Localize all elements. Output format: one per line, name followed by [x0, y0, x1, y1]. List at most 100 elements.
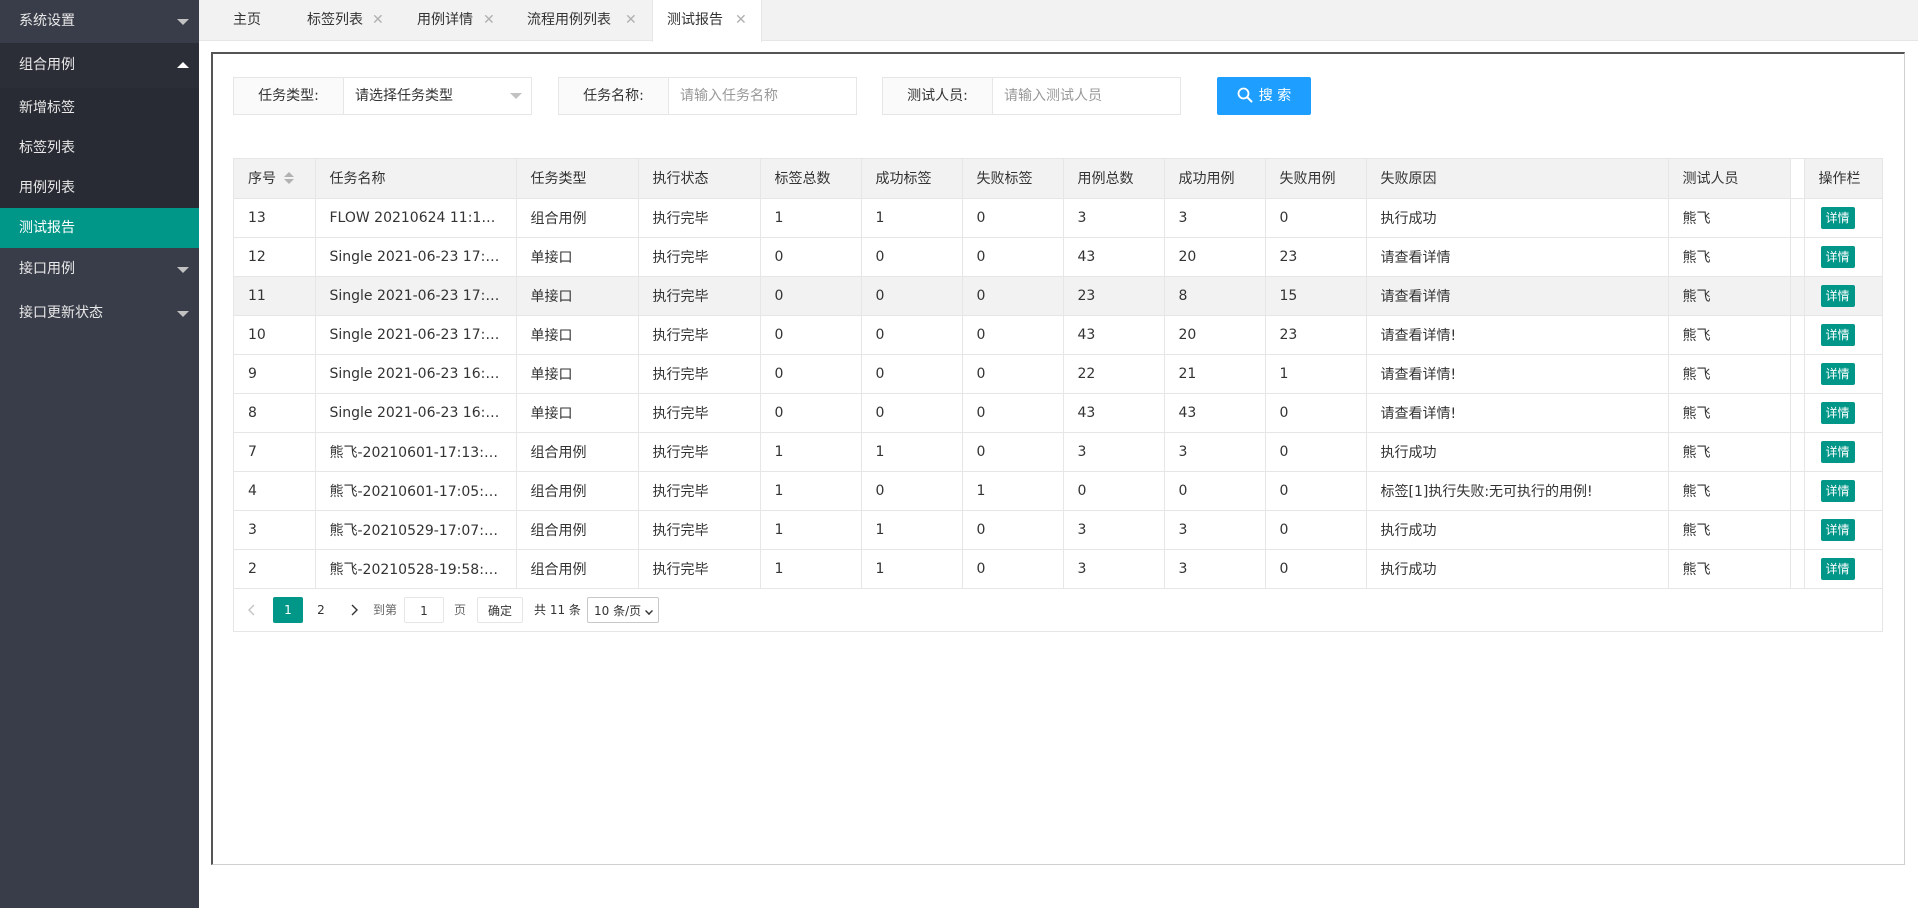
cell-tag-success: 0 — [861, 237, 963, 277]
caret-up-icon — [177, 62, 189, 68]
sidebar-group-label: 接口用例 — [19, 261, 75, 277]
close-icon[interactable]: ✕ — [372, 0, 384, 41]
cell-tag-success: 1 — [861, 432, 963, 472]
goto-page-input[interactable]: 1 — [404, 597, 444, 623]
page-size-select[interactable]: 10 条/页 — [587, 597, 659, 623]
detail-button[interactable]: 详情 — [1820, 401, 1855, 424]
cell-actions: 详情 — [1804, 393, 1883, 433]
sidebar-item-test-report[interactable]: 测试报告 — [0, 208, 199, 248]
cell-case-total: 3 — [1063, 198, 1165, 238]
cell-case-total: 3 — [1063, 510, 1165, 550]
cell-tester: 熊飞 — [1668, 510, 1791, 550]
cell-tag-failed: 0 — [962, 237, 1064, 277]
cell-case-failed: 0 — [1265, 510, 1367, 550]
sidebar-item-tag-list[interactable]: 标签列表 — [0, 128, 199, 168]
cell-task-name: Single 2021-06-23 16:55... — [315, 354, 517, 394]
cell-actions: 详情 — [1804, 276, 1883, 316]
sidebar-item-new-tag[interactable]: 新增标签 — [0, 88, 199, 128]
cell-tester: 熊飞 — [1668, 549, 1791, 589]
column-header-label: 序号 — [248, 171, 276, 188]
cell-exec-status: 执行完毕 — [638, 432, 761, 472]
caret-down-icon — [510, 93, 522, 99]
detail-button[interactable]: 详情 — [1820, 323, 1855, 346]
sidebar-group-system-settings[interactable]: 系统设置 — [0, 0, 199, 43]
tab-bar: 主页 标签列表 ✕ 用例详情 ✕ 流程用例列表 ✕ 测试报告 ✕ — [199, 0, 1918, 42]
sidebar-item-case-list[interactable]: 用例列表 — [0, 168, 199, 208]
page-1-button[interactable]: 1 — [273, 597, 303, 623]
tester-label: 测试人员: — [883, 78, 993, 114]
cell-exec-status: 执行完毕 — [638, 354, 761, 394]
close-icon[interactable]: ✕ — [625, 0, 637, 41]
column-divider — [1790, 549, 1805, 589]
page-2-button[interactable]: 2 — [308, 597, 334, 623]
cell-tag-success: 1 — [861, 549, 963, 589]
cell-tag-total: 1 — [760, 510, 862, 550]
cell-tag-success: 1 — [861, 510, 963, 550]
tab-tag-list[interactable]: 标签列表 ✕ — [293, 0, 397, 41]
search-button[interactable]: 搜 索 — [1217, 77, 1311, 115]
cell-index: 7 — [234, 432, 316, 472]
sort-icon[interactable] — [284, 172, 294, 185]
cell-case-success: 0 — [1164, 471, 1266, 511]
cell-task-name: FLOW 20210624 11:15:... — [315, 198, 517, 238]
column-header-index[interactable]: 序号 — [234, 159, 316, 199]
tab-case-detail[interactable]: 用例详情 ✕ — [403, 0, 507, 41]
cell-tag-success: 0 — [861, 276, 963, 316]
detail-button[interactable]: 详情 — [1820, 440, 1855, 463]
column-header-tag-total: 标签总数 — [760, 159, 862, 199]
sidebar-group-api-cases[interactable]: 接口用例 — [0, 248, 199, 291]
detail-button[interactable]: 详情 — [1820, 284, 1855, 307]
detail-button[interactable]: 详情 — [1820, 479, 1855, 502]
chevron-right-icon[interactable] — [346, 597, 362, 623]
cell-tag-success: 0 — [861, 471, 963, 511]
detail-button[interactable]: 详情 — [1820, 206, 1855, 229]
table-row: 12 Single 2021-06-23 17:16... 单接口 执行完毕 0 0 0 43… — [234, 237, 1883, 277]
cell-case-total: 43 — [1063, 393, 1165, 433]
cell-tester: 熊飞 — [1668, 432, 1791, 472]
cell-task-name: Single 2021-06-23 16:53... — [315, 393, 517, 433]
goto-confirm-button[interactable]: 确定 — [477, 597, 523, 623]
cell-task-type: 单接口 — [516, 276, 639, 316]
cell-case-success: 20 — [1164, 237, 1266, 277]
cell-case-failed: 0 — [1265, 393, 1367, 433]
cell-tag-success: 0 — [861, 315, 963, 355]
cell-case-success: 3 — [1164, 198, 1266, 238]
cell-task-type: 组合用例 — [516, 198, 639, 238]
detail-button[interactable]: 详情 — [1820, 557, 1855, 580]
cell-task-type: 单接口 — [516, 354, 639, 394]
sidebar-group-api-update-status[interactable]: 接口更新状态 — [0, 291, 199, 336]
task-name-label: 任务名称: — [559, 78, 669, 114]
cell-tag-total: 1 — [760, 432, 862, 472]
sidebar-group-combo-cases[interactable]: 组合用例 — [0, 43, 199, 88]
column-header-exec-status: 执行状态 — [638, 159, 761, 199]
tab-label: 流程用例列表 — [527, 12, 611, 28]
table-row: 11 Single 2021-06-23 17:15... 单接口 执行完毕 0 0 0 23… — [234, 276, 1883, 316]
cell-exec-status: 执行完毕 — [638, 237, 761, 277]
detail-button[interactable]: 详情 — [1820, 245, 1855, 268]
cell-fail-reason: 执行成功 — [1366, 198, 1669, 238]
tab-test-report[interactable]: 测试报告 ✕ — [652, 0, 762, 42]
cell-exec-status: 执行完毕 — [638, 510, 761, 550]
cell-actions: 详情 — [1804, 354, 1883, 394]
close-icon[interactable]: ✕ — [735, 0, 747, 41]
cell-tag-total: 0 — [760, 393, 862, 433]
column-divider — [1790, 315, 1805, 355]
chevron-left-icon[interactable] — [244, 597, 260, 623]
cell-tag-failed: 0 — [962, 549, 1064, 589]
cell-case-failed: 0 — [1265, 198, 1367, 238]
tab-home[interactable]: 主页 — [219, 0, 279, 41]
cell-fail-reason: 执行成功 — [1366, 510, 1669, 550]
detail-button[interactable]: 详情 — [1820, 362, 1855, 385]
task-type-select[interactable]: 请选择任务类型 — [344, 78, 531, 114]
detail-button[interactable]: 详情 — [1820, 518, 1855, 541]
cell-exec-status: 执行完毕 — [638, 198, 761, 238]
column-header-actions: 操作栏 — [1804, 159, 1883, 199]
tester-input[interactable]: 请输入测试人员 — [993, 78, 1180, 114]
task-name-input[interactable]: 请输入任务名称 — [669, 78, 856, 114]
cell-case-total: 23 — [1063, 276, 1165, 316]
cell-case-failed: 0 — [1265, 471, 1367, 511]
cell-tag-success: 1 — [861, 198, 963, 238]
tab-flow-case-list[interactable]: 流程用例列表 ✕ — [513, 0, 649, 41]
close-icon[interactable]: ✕ — [483, 0, 495, 41]
cell-index: 3 — [234, 510, 316, 550]
